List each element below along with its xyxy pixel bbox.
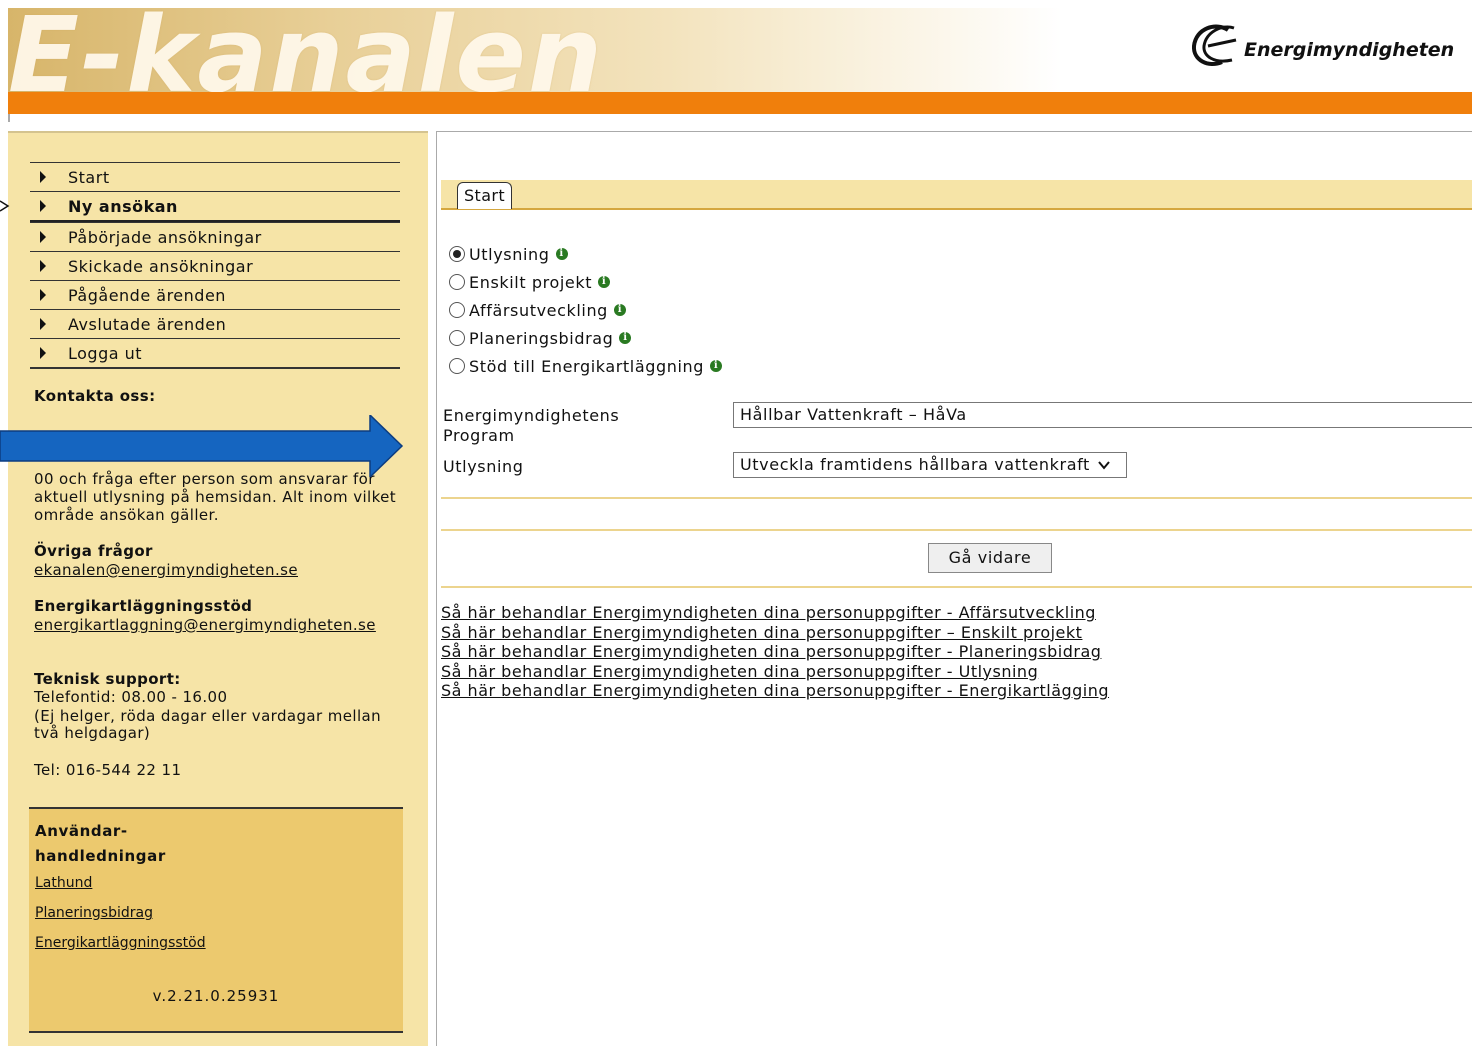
nav-item-skickade-ansokningar[interactable]: Skickade ansökningar — [30, 251, 400, 280]
support-hours: Telefontid: 08.00 - 16.00 — [34, 688, 228, 706]
radio-label: Enskilt projekt — [469, 272, 593, 292]
support-title: Teknisk support: — [34, 670, 181, 688]
guide-link-planeringsbidrag[interactable]: Planeringsbidrag — [35, 905, 153, 921]
info-icon[interactable]: i — [598, 276, 611, 288]
divider — [441, 497, 1472, 499]
app-title: E-kanalen — [8, 8, 604, 92]
radio-label: Planeringsbidrag — [469, 328, 614, 348]
utlysning-select[interactable]: Utveckla framtidens hållbara vattenkraft — [733, 452, 1127, 478]
main-content: Start Utlysning i Enskilt projekt i Affä… — [436, 131, 1472, 1046]
privacy-link-utlysning[interactable]: Så här behandlar Energimyndigheten dina … — [441, 662, 1109, 682]
radio-button[interactable] — [449, 274, 465, 290]
arrow-right-icon — [40, 289, 46, 301]
radio-button[interactable] — [449, 246, 465, 262]
energikartlaggning-title: Energikartläggningsstöd — [34, 597, 253, 615]
arrow-right-icon — [40, 200, 46, 212]
privacy-link-enskilt-projekt[interactable]: Så här behandlar Energimyndigheten dina … — [441, 623, 1109, 643]
divider — [8, 114, 10, 122]
radio-option-utlysning[interactable]: Utlysning i — [449, 240, 722, 268]
contact-text-line2: aktuell utlysning på hemsidan. Alt inom … — [34, 488, 397, 506]
energimyndigheten-logo[interactable]: Energimyndigheten — [1188, 18, 1454, 72]
tab-bar: Start — [441, 180, 1472, 210]
support-note-line2: två helgdagar) — [34, 724, 151, 742]
radio-option-affarsutveckling[interactable]: Affärsutveckling i — [449, 296, 722, 324]
nav-item-avslutade-arenden[interactable]: Avslutade ärenden — [30, 309, 400, 338]
other-questions-title: Övriga frågor — [34, 542, 153, 560]
nav-item-label: Skickade ansökningar — [68, 256, 254, 276]
nav-item-label: Ny ansökan — [68, 196, 178, 216]
info-icon[interactable]: i — [555, 248, 568, 260]
guide-link-energikartlaggningsstod[interactable]: Energikartläggningsstöd — [35, 935, 206, 951]
privacy-link-affarsutveckling[interactable]: Så här behandlar Energimyndigheten dina … — [441, 603, 1109, 623]
program-label: Energimyndighetens Program — [443, 406, 619, 446]
application-type-radio-group: Utlysning i Enskilt projekt i Affärsutve… — [449, 240, 723, 380]
other-questions-email-link[interactable]: ekanalen@energimyndigheten.se — [34, 561, 298, 579]
radio-button[interactable] — [449, 330, 465, 346]
support-phone: Tel: 016-544 22 11 — [34, 761, 182, 779]
program-field[interactable]: Hållbar Vattenkraft – HåVa — [733, 402, 1472, 428]
sidebar-nav: Start Ny ansökan Påbörjade ansökningar S… — [30, 162, 400, 369]
divider — [441, 529, 1472, 531]
program-label-line2: Program — [443, 426, 515, 445]
utlysning-select-value: Utveckla framtidens hållbara vattenkraft — [740, 455, 1090, 474]
energikartlaggning-email-link[interactable]: energikartlaggning@energimyndigheten.se — [34, 616, 376, 634]
guides-title: Användar- handledningar — [35, 819, 166, 869]
info-icon[interactable]: i — [710, 360, 723, 372]
version-text: v.2.21.0.25931 — [152, 987, 280, 1005]
nav-item-ny-ansokan[interactable]: Ny ansökan — [30, 191, 400, 222]
radio-button[interactable] — [449, 358, 465, 374]
radio-label: Stöd till Energikartläggning — [469, 356, 705, 376]
support-note-line1: (Ej helger, röda dagar eller vardagar me… — [34, 707, 382, 725]
arrow-right-icon — [40, 231, 46, 243]
contact-text-line3: område ansökan gäller. — [34, 506, 219, 524]
radio-option-planeringsbidrag[interactable]: Planeringsbidrag i — [449, 324, 722, 352]
nav-item-pagaende-arenden[interactable]: Pågående ärenden — [30, 280, 400, 309]
radio-button[interactable] — [449, 302, 465, 318]
radio-option-energikartlaggning[interactable]: Stöd till Energikartläggning i — [449, 352, 723, 380]
radio-option-enskilt-projekt[interactable]: Enskilt projekt i — [449, 268, 722, 296]
privacy-link-planeringsbidrag[interactable]: Så här behandlar Energimyndigheten dina … — [441, 642, 1109, 662]
radio-label: Utlysning — [469, 244, 550, 264]
logo-text: Energimyndigheten — [1244, 39, 1455, 61]
nav-item-label: Pågående ärenden — [68, 285, 226, 305]
logo-mark-icon — [1192, 24, 1237, 66]
tab-start[interactable]: Start — [457, 182, 513, 209]
nav-item-label: Påbörjade ansökningar — [68, 227, 262, 247]
pointer-arrow-icon — [0, 200, 10, 212]
chevron-down-icon — [1098, 461, 1110, 470]
nav-item-label: Avslutade ärenden — [68, 314, 227, 334]
contact-title: Kontakta oss: — [34, 387, 156, 405]
header: E-kanalen Energimyndigheten — [0, 0, 1472, 122]
arrow-right-icon — [40, 171, 46, 183]
guides-title-line2: handledningar — [35, 847, 166, 865]
radio-label: Affärsutveckling — [469, 300, 608, 320]
privacy-links: Så här behandlar Energimyndigheten dina … — [441, 603, 1109, 701]
header-orange-bar — [8, 92, 1472, 114]
nav-item-start[interactable]: Start — [30, 162, 400, 191]
privacy-link-energikartlaggning[interactable]: Så här behandlar Energimyndigheten dina … — [441, 681, 1109, 701]
nav-item-paborjade-ansokningar[interactable]: Påbörjade ansökningar — [30, 222, 400, 251]
arrow-right-icon — [40, 260, 46, 272]
annotation-arrow-icon — [0, 415, 404, 477]
divider — [441, 586, 1472, 588]
continue-button[interactable]: Gå vidare — [928, 543, 1052, 573]
sidebar: Start Ny ansökan Påbörjade ansökningar S… — [8, 131, 428, 1046]
nav-item-logga-ut[interactable]: Logga ut — [30, 338, 400, 369]
nav-item-label: Start — [68, 167, 110, 187]
guide-link-lathund[interactable]: Lathund — [35, 875, 92, 891]
utlysning-label: Utlysning — [443, 457, 524, 476]
arrow-right-icon — [40, 318, 46, 330]
user-guides-box: Användar- handledningar Lathund Planerin… — [29, 807, 403, 1033]
nav-item-label: Logga ut — [68, 343, 143, 363]
arrow-right-icon — [40, 347, 46, 359]
program-label-line1: Energimyndighetens — [443, 406, 620, 425]
info-icon[interactable]: i — [613, 304, 626, 316]
guides-title-line1: Användar- — [35, 822, 128, 840]
info-icon[interactable]: i — [619, 332, 632, 344]
